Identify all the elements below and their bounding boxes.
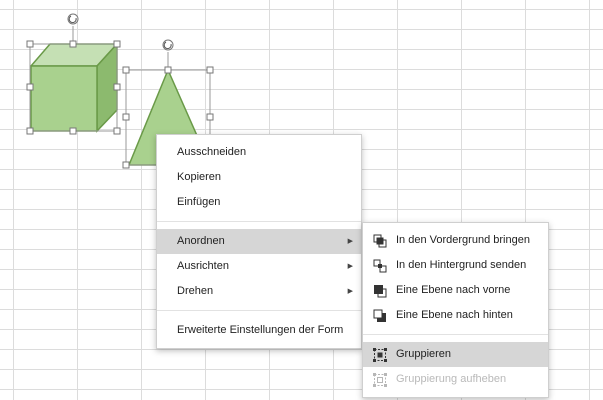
menu-item-arrange[interactable]: Anordnen ▶ [157, 229, 361, 254]
menu-item-label: Erweiterte Einstellungen der Form [177, 324, 344, 336]
menu-divider [157, 310, 361, 311]
menu-item-label: In den Vordergrund bringen [396, 234, 530, 246]
triangle-rotate-handle[interactable] [162, 39, 174, 51]
menu-item-label: Gruppierung aufheben [396, 373, 507, 385]
menu-item-label: Eine Ebene nach vorne [396, 284, 511, 296]
menu-item-label: Eine Ebene nach hinten [396, 309, 513, 321]
menu-item-rotate[interactable]: Drehen ▶ [157, 279, 361, 304]
menu-divider [157, 221, 361, 222]
menu-divider [363, 334, 548, 335]
menu-item-label: In den Hintergrund senden [396, 259, 527, 271]
menu-item-label: Gruppieren [396, 348, 452, 360]
menu-item-copy[interactable]: Kopieren [157, 165, 361, 190]
bring-to-front-icon [373, 234, 387, 248]
menu-item-label: Kopieren [177, 171, 222, 183]
menu-item-label: Ausschneiden [177, 146, 247, 158]
cube-rotate-handle[interactable] [67, 13, 79, 25]
menu-item-label: Ausrichten [177, 260, 229, 272]
group-icon [373, 348, 387, 362]
shape-context-menu: Ausschneiden Kopieren Einfügen Anordnen … [156, 134, 362, 349]
bring-forward-icon [374, 285, 387, 298]
menu-item-label: Drehen [177, 285, 214, 297]
submenu-item-ungroup[interactable]: Gruppierung aufheben [363, 367, 548, 392]
menu-item-advanced-shape-settings[interactable]: Erweiterte Einstellungen der Form [157, 318, 361, 343]
menu-item-align[interactable]: Ausrichten ▶ [157, 254, 361, 279]
submenu-arrow-icon: ▶ [347, 238, 353, 245]
ungroup-icon [373, 373, 387, 387]
submenu-arrow-icon: ▶ [347, 288, 353, 295]
submenu-arrow-icon: ▶ [347, 263, 353, 270]
send-to-back-icon [373, 259, 387, 273]
send-backward-icon [373, 309, 386, 322]
submenu-item-bring-to-front[interactable]: In den Vordergrund bringen [363, 228, 548, 253]
cube-shape[interactable] [29, 42, 119, 133]
submenu-item-send-backward[interactable]: Eine Ebene nach hinten [363, 303, 548, 328]
submenu-item-group[interactable]: Gruppieren [363, 342, 548, 367]
menu-item-cut[interactable]: Ausschneiden [157, 140, 361, 165]
submenu-item-send-to-back[interactable]: In den Hintergrund senden [363, 253, 548, 278]
submenu-item-bring-forward[interactable]: Eine Ebene nach vorne [363, 278, 548, 303]
menu-item-label: Anordnen [177, 235, 225, 247]
arrange-submenu: In den Vordergrund bringen In den Hinter… [362, 222, 549, 398]
menu-item-paste[interactable]: Einfügen [157, 190, 361, 215]
menu-item-label: Einfügen [177, 196, 221, 208]
